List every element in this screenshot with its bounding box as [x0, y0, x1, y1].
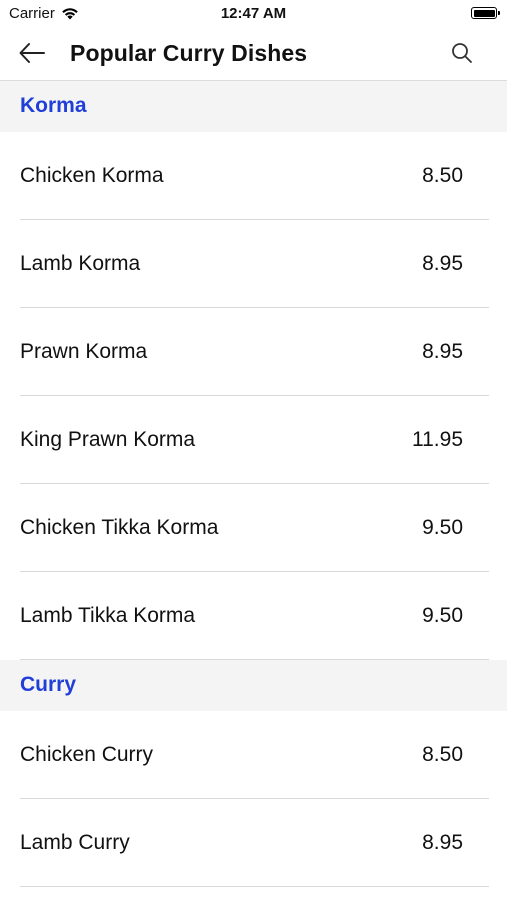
dish-price: 8.95 — [422, 340, 463, 363]
section-header-korma: Korma — [0, 81, 507, 132]
back-arrow-icon[interactable] — [18, 41, 46, 65]
list-item-prawn-korma[interactable]: Prawn Korma 8.95 — [20, 308, 489, 396]
list-item-chicken-curry[interactable]: Chicken Curry 8.50 — [20, 711, 489, 799]
dish-price: 8.95 — [422, 252, 463, 275]
dish-name: Lamb Tikka Korma — [20, 604, 196, 627]
dish-name: Lamb Curry — [20, 831, 130, 854]
dish-name: King Prawn Korma — [20, 428, 196, 451]
dish-price: 8.95 — [422, 831, 463, 854]
dish-price: 8.50 — [422, 743, 463, 766]
list-item-lamb-curry[interactable]: Lamb Curry 8.95 — [20, 799, 489, 887]
section-header-curry: Curry — [0, 660, 507, 711]
status-bar: Carrier 12:47 AM — [0, 0, 507, 28]
dish-name: Prawn Korma — [20, 340, 148, 363]
menu-list: Korma Chicken Korma 8.50 Lamb Korma 8.95… — [0, 81, 507, 887]
list-item-chicken-korma[interactable]: Chicken Korma 8.50 — [20, 132, 489, 220]
status-time: 12:47 AM — [220, 5, 287, 22]
nav-bar: Popular Curry Dishes — [0, 28, 507, 81]
dish-name: Chicken Korma — [20, 164, 164, 187]
section-title: Curry — [20, 673, 77, 696]
dish-price: 8.50 — [422, 164, 463, 187]
dish-price: 9.50 — [422, 604, 463, 627]
list-item-chicken-tikka-korma[interactable]: Chicken Tikka Korma 9.50 — [20, 484, 489, 572]
dish-price: 9.50 — [422, 516, 463, 539]
dish-name: Chicken Tikka Korma — [20, 516, 219, 539]
search-icon[interactable] — [451, 42, 473, 64]
dish-name: Chicken Curry — [20, 743, 154, 766]
list-item-lamb-korma[interactable]: Lamb Korma 8.95 — [20, 220, 489, 308]
battery-icon — [471, 7, 500, 19]
section-title: Korma — [20, 94, 87, 117]
list-item-king-prawn-korma[interactable]: King Prawn Korma 11.95 — [20, 396, 489, 484]
dish-price: 11.95 — [412, 428, 463, 451]
list-item-lamb-tikka-korma[interactable]: Lamb Tikka Korma 9.50 — [20, 572, 489, 660]
dish-name: Lamb Korma — [20, 252, 141, 275]
page-title: Popular Curry Dishes — [70, 40, 308, 66]
